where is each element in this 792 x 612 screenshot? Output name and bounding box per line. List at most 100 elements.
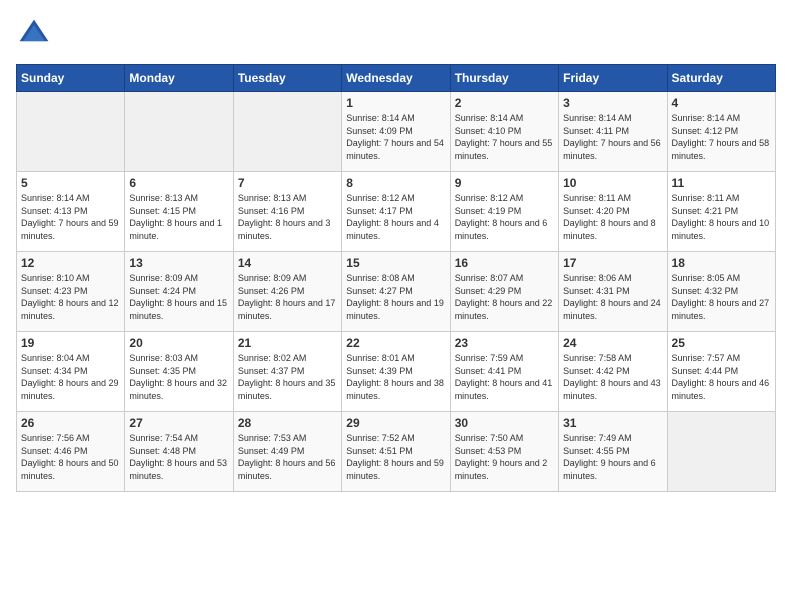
calendar-cell: 7 Sunrise: 8:13 AMSunset: 4:16 PMDaylight… (233, 172, 341, 252)
day-number: 21 (238, 336, 337, 350)
day-number: 19 (21, 336, 120, 350)
day-number: 13 (129, 256, 228, 270)
day-number: 14 (238, 256, 337, 270)
calendar-cell: 14 Sunrise: 8:09 AMSunset: 4:26 PMDayligh… (233, 252, 341, 332)
cell-info: Sunrise: 7:50 AMSunset: 4:53 PMDaylight:… (455, 432, 554, 482)
day-number: 17 (563, 256, 662, 270)
weekday-header-row: SundayMondayTuesdayWednesdayThursdayFrid… (17, 65, 776, 92)
day-number: 12 (21, 256, 120, 270)
day-number: 15 (346, 256, 445, 270)
cell-info: Sunrise: 8:14 AMSunset: 4:10 PMDaylight:… (455, 112, 554, 162)
cell-info: Sunrise: 8:13 AMSunset: 4:15 PMDaylight:… (129, 192, 228, 242)
calendar-cell (667, 412, 775, 492)
calendar-cell: 10 Sunrise: 8:11 AMSunset: 4:20 PMDayligh… (559, 172, 667, 252)
cell-info: Sunrise: 7:52 AMSunset: 4:51 PMDaylight:… (346, 432, 445, 482)
calendar-week-row: 26Sunrise: 7:56 AMSunset: 4:46 PMDayligh… (17, 412, 776, 492)
calendar-cell: 20 Sunrise: 8:03 AMSunset: 4:35 PMDayligh… (125, 332, 233, 412)
day-number: 1 (346, 96, 445, 110)
calendar-cell: 31Sunrise: 7:49 AMSunset: 4:55 PMDayligh… (559, 412, 667, 492)
day-number: 16 (455, 256, 554, 270)
calendar-cell: 6 Sunrise: 8:13 AMSunset: 4:15 PMDaylight… (125, 172, 233, 252)
calendar-cell: 4 Sunrise: 8:14 AMSunset: 4:12 PMDaylight… (667, 92, 775, 172)
cell-info: Sunrise: 8:12 AMSunset: 4:19 PMDaylight:… (455, 192, 554, 242)
day-number: 11 (672, 176, 771, 190)
logo-icon (16, 16, 52, 52)
cell-info: Sunrise: 8:14 AMSunset: 4:12 PMDaylight:… (672, 112, 771, 162)
cell-info: Sunrise: 7:53 AMSunset: 4:49 PMDaylight:… (238, 432, 337, 482)
weekday-header: Friday (559, 65, 667, 92)
day-number: 23 (455, 336, 554, 350)
day-number: 29 (346, 416, 445, 430)
calendar-table: SundayMondayTuesdayWednesdayThursdayFrid… (16, 64, 776, 492)
calendar-cell: 19 Sunrise: 8:04 AMSunset: 4:34 PMDayligh… (17, 332, 125, 412)
weekday-header: Saturday (667, 65, 775, 92)
cell-info: Sunrise: 8:04 AMSunset: 4:34 PMDaylight:… (21, 352, 120, 402)
calendar-cell: 27 Sunrise: 7:54 AMSunset: 4:48 PMDayligh… (125, 412, 233, 492)
weekday-header: Tuesday (233, 65, 341, 92)
calendar-cell: 23 Sunrise: 7:59 AMSunset: 4:41 PMDayligh… (450, 332, 558, 412)
calendar-cell: 15 Sunrise: 8:08 AMSunset: 4:27 PMDayligh… (342, 252, 450, 332)
calendar-cell: 22 Sunrise: 8:01 AMSunset: 4:39 PMDayligh… (342, 332, 450, 412)
day-number: 7 (238, 176, 337, 190)
page-header (16, 16, 776, 52)
cell-info: Sunrise: 8:08 AMSunset: 4:27 PMDaylight:… (346, 272, 445, 322)
cell-info: Sunrise: 8:03 AMSunset: 4:35 PMDaylight:… (129, 352, 228, 402)
day-number: 31 (563, 416, 662, 430)
cell-info: Sunrise: 8:10 AMSunset: 4:23 PMDaylight:… (21, 272, 120, 322)
day-number: 2 (455, 96, 554, 110)
cell-info: Sunrise: 7:54 AMSunset: 4:48 PMDaylight:… (129, 432, 228, 482)
cell-info: Sunrise: 8:14 AMSunset: 4:11 PMDaylight:… (563, 112, 662, 162)
calendar-cell: 2 Sunrise: 8:14 AMSunset: 4:10 PMDaylight… (450, 92, 558, 172)
calendar-week-row: 1 Sunrise: 8:14 AMSunset: 4:09 PMDaylight… (17, 92, 776, 172)
day-number: 30 (455, 416, 554, 430)
calendar-cell: 18Sunrise: 8:05 AMSunset: 4:32 PMDayligh… (667, 252, 775, 332)
cell-info: Sunrise: 8:13 AMSunset: 4:16 PMDaylight:… (238, 192, 337, 242)
calendar-cell: 3Sunrise: 8:14 AMSunset: 4:11 PMDaylight… (559, 92, 667, 172)
cell-info: Sunrise: 8:12 AMSunset: 4:17 PMDaylight:… (346, 192, 445, 242)
day-number: 25 (672, 336, 771, 350)
cell-info: Sunrise: 8:09 AMSunset: 4:26 PMDaylight:… (238, 272, 337, 322)
calendar-week-row: 19 Sunrise: 8:04 AMSunset: 4:34 PMDayligh… (17, 332, 776, 412)
day-number: 8 (346, 176, 445, 190)
calendar-cell: 8 Sunrise: 8:12 AMSunset: 4:17 PMDaylight… (342, 172, 450, 252)
cell-info: Sunrise: 8:11 AMSunset: 4:21 PMDaylight:… (672, 192, 771, 242)
calendar-cell: 29 Sunrise: 7:52 AMSunset: 4:51 PMDayligh… (342, 412, 450, 492)
weekday-header: Thursday (450, 65, 558, 92)
calendar-cell: 1 Sunrise: 8:14 AMSunset: 4:09 PMDaylight… (342, 92, 450, 172)
calendar-cell: 30 Sunrise: 7:50 AMSunset: 4:53 PMDayligh… (450, 412, 558, 492)
calendar-cell: 26Sunrise: 7:56 AMSunset: 4:46 PMDayligh… (17, 412, 125, 492)
calendar-cell: 24 Sunrise: 7:58 AMSunset: 4:42 PMDayligh… (559, 332, 667, 412)
day-number: 9 (455, 176, 554, 190)
day-number: 10 (563, 176, 662, 190)
day-number: 4 (672, 96, 771, 110)
calendar-cell: 11 Sunrise: 8:11 AMSunset: 4:21 PMDayligh… (667, 172, 775, 252)
day-number: 26 (21, 416, 120, 430)
calendar-cell: 12 Sunrise: 8:10 AMSunset: 4:23 PMDayligh… (17, 252, 125, 332)
day-number: 22 (346, 336, 445, 350)
calendar-cell: 17Sunrise: 8:06 AMSunset: 4:31 PMDayligh… (559, 252, 667, 332)
day-number: 27 (129, 416, 228, 430)
day-number: 6 (129, 176, 228, 190)
cell-info: Sunrise: 8:14 AMSunset: 4:09 PMDaylight:… (346, 112, 445, 162)
day-number: 18 (672, 256, 771, 270)
cell-info: Sunrise: 7:59 AMSunset: 4:41 PMDaylight:… (455, 352, 554, 402)
calendar-week-row: 5 Sunrise: 8:14 AMSunset: 4:13 PMDaylight… (17, 172, 776, 252)
cell-info: Sunrise: 8:11 AMSunset: 4:20 PMDaylight:… (563, 192, 662, 242)
calendar-cell: 5 Sunrise: 8:14 AMSunset: 4:13 PMDaylight… (17, 172, 125, 252)
calendar-cell (17, 92, 125, 172)
cell-info: Sunrise: 8:01 AMSunset: 4:39 PMDaylight:… (346, 352, 445, 402)
cell-info: Sunrise: 7:58 AMSunset: 4:42 PMDaylight:… (563, 352, 662, 402)
cell-info: Sunrise: 8:02 AMSunset: 4:37 PMDaylight:… (238, 352, 337, 402)
weekday-header: Monday (125, 65, 233, 92)
calendar-cell (125, 92, 233, 172)
day-number: 28 (238, 416, 337, 430)
calendar-cell: 21 Sunrise: 8:02 AMSunset: 4:37 PMDayligh… (233, 332, 341, 412)
cell-info: Sunrise: 7:57 AMSunset: 4:44 PMDaylight:… (672, 352, 771, 402)
cell-info: Sunrise: 8:14 AMSunset: 4:13 PMDaylight:… (21, 192, 120, 242)
logo (16, 16, 56, 52)
day-number: 24 (563, 336, 662, 350)
cell-info: Sunrise: 8:09 AMSunset: 4:24 PMDaylight:… (129, 272, 228, 322)
day-number: 20 (129, 336, 228, 350)
calendar-cell: 9 Sunrise: 8:12 AMSunset: 4:19 PMDaylight… (450, 172, 558, 252)
day-number: 5 (21, 176, 120, 190)
